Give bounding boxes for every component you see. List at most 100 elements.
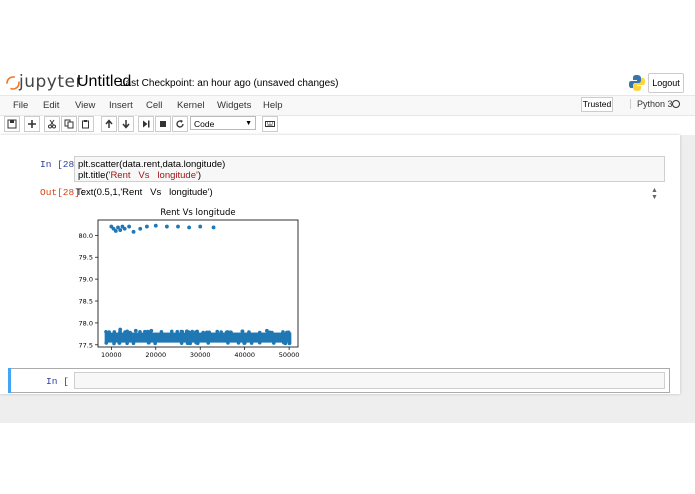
data-point	[118, 228, 123, 232]
data-point	[240, 329, 245, 334]
dense-point-band	[104, 332, 292, 343]
menu-kernel[interactable]: Kernel	[177, 100, 204, 111]
data-point	[264, 328, 269, 333]
data-point	[176, 224, 180, 229]
checkpoint-label: Last Checkpoint:	[120, 78, 195, 89]
plus-icon	[28, 120, 36, 128]
move-down-button[interactable]	[118, 116, 134, 132]
data-point	[149, 328, 154, 333]
data-point	[117, 341, 122, 345]
data-point	[145, 329, 150, 334]
code-paren: )	[197, 170, 201, 181]
data-point	[201, 330, 205, 335]
menu-widgets[interactable]: Widgets	[217, 100, 251, 111]
copy-button[interactable]	[61, 116, 77, 132]
command-palette-button[interactable]	[262, 116, 278, 132]
data-point	[247, 330, 251, 334]
data-point	[257, 340, 262, 345]
python-logo-icon	[629, 75, 645, 91]
data-point	[179, 341, 184, 345]
menu-help[interactable]: Help	[263, 100, 283, 111]
cell-type-value: Code	[194, 119, 215, 129]
data-point	[138, 330, 142, 334]
data-point	[185, 329, 189, 334]
paste-button[interactable]	[78, 116, 94, 132]
menu-cell[interactable]: Cell	[146, 100, 162, 111]
y-tick-label: 80.0	[79, 232, 93, 240]
data-point	[164, 224, 169, 229]
data-point	[249, 341, 254, 345]
code-input[interactable]: plt.scatter(data.rent,data.longitude) pl…	[74, 156, 665, 182]
x-tick-label: 40000	[234, 351, 255, 359]
cell-type-select[interactable]: Code ▼	[190, 116, 256, 130]
data-point	[159, 329, 164, 334]
data-point	[175, 329, 180, 334]
x-tick-label: 10000	[101, 351, 122, 359]
y-tick-label: 78.5	[79, 298, 93, 306]
restart-icon	[176, 119, 184, 128]
menu-view[interactable]: View	[75, 100, 95, 111]
data-point	[138, 226, 143, 231]
data-point	[112, 330, 117, 334]
menu-edit[interactable]: Edit	[43, 100, 59, 111]
y-axis: 77.5 78.0 78.5 79.0 79.5 80.0	[79, 232, 98, 349]
kernel-name[interactable]: Python 3	[630, 99, 673, 109]
run-button[interactable]	[138, 116, 154, 132]
x-tick-label: 20000	[145, 351, 166, 359]
data-point	[198, 224, 203, 229]
data-point	[133, 328, 138, 333]
menu-file[interactable]: File	[13, 100, 28, 111]
code-func: plt.title(	[78, 170, 109, 181]
interrupt-button[interactable]	[155, 116, 171, 132]
data-point	[287, 340, 292, 345]
output-scroll-toggle-icon[interactable]: ▲ ▼	[651, 187, 658, 201]
y-tick-label: 77.5	[79, 341, 93, 349]
data-point	[153, 223, 158, 228]
data-point	[281, 330, 285, 334]
kernel-status-icon	[672, 100, 680, 108]
code-line: plt.scatter(data.rent,data.longitude)	[78, 159, 226, 170]
data-point	[131, 341, 136, 346]
data-point	[104, 341, 109, 345]
data-point	[104, 329, 108, 334]
data-point	[128, 330, 132, 335]
data-point	[144, 224, 149, 229]
step-forward-icon	[143, 120, 150, 128]
data-point	[195, 341, 200, 346]
cut-button[interactable]	[44, 116, 60, 132]
y-tick-label: 78.0	[79, 319, 93, 327]
data-point	[270, 330, 274, 335]
jupyter-logo-text[interactable]: jupyter	[19, 72, 83, 92]
stop-icon	[160, 121, 166, 127]
data-point	[224, 330, 229, 335]
chart-title: Rent Vs longitude	[160, 208, 235, 218]
trusted-indicator[interactable]: Trusted	[581, 97, 613, 112]
plot-area	[97, 219, 299, 348]
restart-button[interactable]	[172, 116, 188, 132]
data-point	[122, 226, 127, 231]
data-point	[281, 340, 286, 345]
data-point	[242, 341, 247, 345]
data-point	[131, 229, 136, 234]
data-point	[107, 330, 111, 334]
data-point	[271, 341, 276, 345]
data-point	[118, 327, 123, 332]
code-string: 'Rent Vs longitude'	[108, 170, 198, 181]
data-point	[113, 229, 118, 233]
x-tick-label: 50000	[279, 351, 300, 359]
menu-insert[interactable]: Insert	[109, 100, 133, 111]
checkpoint-status: (unsaved changes)	[253, 78, 339, 89]
data-point	[215, 329, 220, 334]
move-up-button[interactable]	[101, 116, 117, 132]
code-input-empty[interactable]	[74, 372, 665, 389]
arrow-down-icon	[122, 120, 130, 129]
save-button[interactable]	[4, 116, 20, 132]
data-point	[229, 330, 233, 335]
data-point	[180, 329, 185, 334]
keyboard-icon	[265, 121, 275, 127]
data-point	[147, 340, 151, 345]
insert-cell-button[interactable]	[24, 116, 40, 132]
data-point	[187, 225, 192, 230]
logout-button[interactable]: Logout	[648, 73, 684, 93]
data-point	[123, 330, 127, 334]
